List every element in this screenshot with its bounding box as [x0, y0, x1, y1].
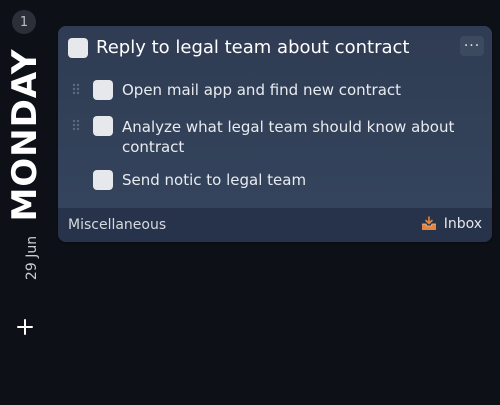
plus-icon	[17, 319, 33, 335]
task-card[interactable]: Reply to legal team about contract ··· O…	[58, 26, 492, 242]
day-name: MONDAY	[5, 48, 45, 222]
task-list-label: Inbox	[443, 216, 482, 232]
day-column-header: 1 MONDAY 29 Jun	[0, 0, 52, 405]
task-list-link[interactable]: Inbox	[420, 216, 482, 232]
add-task-button[interactable]	[12, 314, 38, 340]
subtask-label: Open mail app and find new contract	[122, 81, 402, 99]
task-count-badge: 1	[12, 10, 36, 34]
subtask-label: Analyze what legal team should know abou…	[122, 118, 455, 156]
more-icon: ···	[463, 38, 481, 54]
subtask-checkbox[interactable]	[93, 80, 113, 100]
task-title[interactable]: Reply to legal team about contract	[96, 37, 409, 58]
task-more-button[interactable]: ···	[460, 36, 484, 56]
task-tag[interactable]: Miscellaneous	[68, 217, 166, 233]
inbox-tray-icon	[421, 216, 436, 230]
drag-handle-icon[interactable]	[72, 119, 80, 131]
task-checkbox[interactable]	[68, 38, 88, 58]
task-card-footer: Miscellaneous Inbox	[58, 208, 492, 242]
subtask-checkbox[interactable]	[93, 116, 113, 136]
drag-handle-icon[interactable]	[72, 83, 80, 95]
subtask-checkbox[interactable]	[93, 170, 113, 190]
subtask-label: Send notic to legal team	[122, 171, 307, 189]
day-date: 29 Jun	[24, 235, 40, 281]
